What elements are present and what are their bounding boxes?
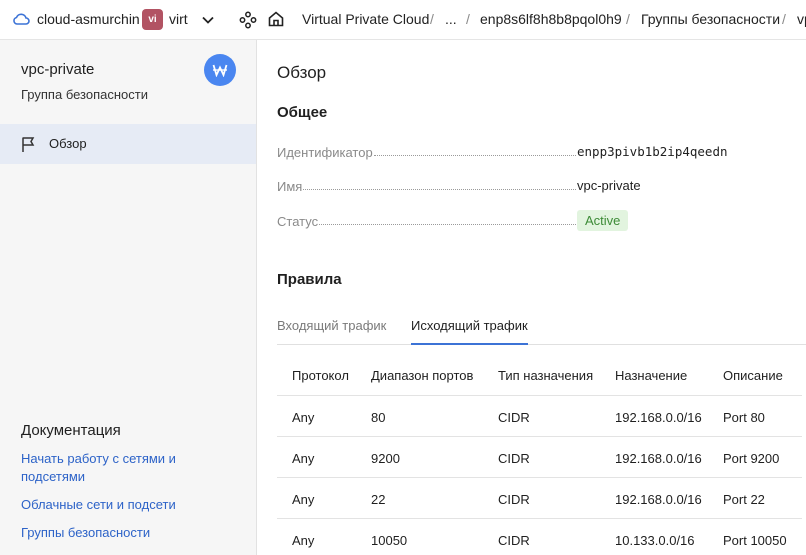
- cell-port-range: 10050: [371, 533, 408, 548]
- main-content: Обзор Общее Идентификатор enpp3pivb1b2ip…: [257, 40, 806, 555]
- breadcrumb-separator: /: [626, 11, 630, 27]
- sidebar-item-overview[interactable]: Обзор: [0, 124, 256, 164]
- breadcrumb-separator: /: [430, 11, 434, 27]
- flag-icon: [22, 137, 35, 152]
- section-title-rules: Правила: [277, 271, 342, 288]
- doc-link-getting-started[interactable]: Начать работу с сетями и подсетями: [21, 450, 221, 486]
- breadcrumb-security-groups[interactable]: Группы безопасности: [641, 11, 780, 27]
- section-title-general: Общее: [277, 104, 328, 121]
- cell-destination: 192.168.0.0/16: [615, 410, 702, 425]
- rules-table: Протокол Диапазон портов Тип назначения …: [277, 353, 802, 555]
- cell-destination-type: CIDR: [498, 451, 530, 466]
- home-icon[interactable]: [267, 10, 285, 28]
- resource-id: enpp3pivb1b2ip4qeedn: [577, 144, 728, 159]
- page-title: Обзор: [277, 63, 327, 82]
- breadcrumb-separator: /: [782, 11, 786, 27]
- docs-title: Документация: [21, 422, 121, 439]
- cell-protocol: Any: [292, 492, 315, 507]
- table-row[interactable]: Any 22 CIDR 192.168.0.0/16 Port 22: [277, 478, 802, 519]
- resource-name: vpc-private: [577, 178, 641, 193]
- chevron-down-icon[interactable]: [201, 13, 215, 27]
- column-header-destination-type: Тип назначения: [498, 368, 594, 383]
- breadcrumb-ellipsis[interactable]: ...: [445, 11, 457, 27]
- sidebar: vpc-private Группа безопасности Обзор До…: [0, 40, 257, 555]
- column-header-protocol: Протокол: [292, 368, 349, 383]
- cell-destination-type: CIDR: [498, 492, 530, 507]
- cell-port-range: 80: [371, 410, 386, 425]
- dotted-leader: [303, 189, 576, 190]
- top-bar: cloud-asmurchin vi virt Virtual Private …: [0, 0, 806, 40]
- cell-port-range: 9200: [371, 451, 400, 466]
- cloud-selector[interactable]: cloud-asmurchin: [37, 11, 140, 27]
- cell-description: Port 80: [723, 410, 765, 425]
- table-row[interactable]: Any 10050 CIDR 10.133.0.0/16 Port 10050: [277, 519, 802, 555]
- cell-destination: 192.168.0.0/16: [615, 451, 702, 466]
- cell-destination: 192.168.0.0/16: [615, 492, 702, 507]
- folder-selector[interactable]: virt: [169, 11, 188, 27]
- tab-egress[interactable]: Исходящий трафик: [411, 318, 528, 345]
- traffic-tabs: Входящий трафик Исходящий трафик: [277, 312, 806, 345]
- table-row[interactable]: Any 9200 CIDR 192.168.0.0/16 Port 9200: [277, 437, 802, 478]
- sidebar-item-label: Обзор: [49, 136, 87, 151]
- breadcrumb-vpc[interactable]: Virtual Private Cloud: [302, 11, 429, 27]
- breadcrumb-separator: /: [466, 11, 470, 27]
- cell-port-range: 22: [371, 492, 386, 507]
- dotted-leader: [319, 224, 576, 225]
- prop-label: Статус: [277, 214, 319, 229]
- table-header-row: Протокол Диапазон портов Тип назначения …: [277, 353, 802, 396]
- column-header-destination: Назначение: [615, 368, 688, 383]
- cell-description: Port 22: [723, 492, 765, 507]
- cell-description: Port 9200: [723, 451, 780, 466]
- sidebar-subtitle: Группа безопасности: [21, 87, 148, 102]
- prop-label: Идентификатор: [277, 145, 373, 160]
- status-badge: Active: [577, 210, 629, 231]
- services-icon[interactable]: [239, 11, 257, 29]
- breadcrumb-current: vp: [797, 11, 806, 27]
- column-header-description: Описание: [723, 368, 783, 383]
- prop-row-id: Идентификатор: [277, 142, 577, 160]
- cell-destination: 10.133.0.0/16: [615, 533, 695, 548]
- prop-label: Имя: [277, 179, 303, 194]
- sidebar-title: vpc-private: [21, 61, 95, 78]
- column-header-port-range: Диапазон портов: [371, 368, 474, 383]
- tab-ingress[interactable]: Входящий трафик: [277, 318, 386, 345]
- doc-link-networks[interactable]: Облачные сети и подсети: [21, 496, 221, 514]
- breadcrumb-network[interactable]: enp8s6lf8h8b8pqol0h9: [480, 11, 622, 27]
- vpc-service-icon: [204, 54, 236, 86]
- cell-protocol: Any: [292, 451, 315, 466]
- cell-protocol: Any: [292, 410, 315, 425]
- prop-row-status: Статус: [277, 211, 577, 229]
- table-row[interactable]: Any 80 CIDR 192.168.0.0/16 Port 80: [277, 396, 802, 437]
- dotted-leader: [373, 155, 576, 156]
- cloud-icon: [13, 13, 30, 25]
- cell-destination-type: CIDR: [498, 533, 530, 548]
- doc-link-security-groups[interactable]: Группы безопасности: [21, 524, 221, 542]
- cell-protocol: Any: [292, 533, 315, 548]
- cell-description: Port 10050: [723, 533, 787, 548]
- prop-row-name: Имя: [277, 176, 577, 194]
- cell-destination-type: CIDR: [498, 410, 530, 425]
- folder-avatar[interactable]: vi: [142, 9, 163, 30]
